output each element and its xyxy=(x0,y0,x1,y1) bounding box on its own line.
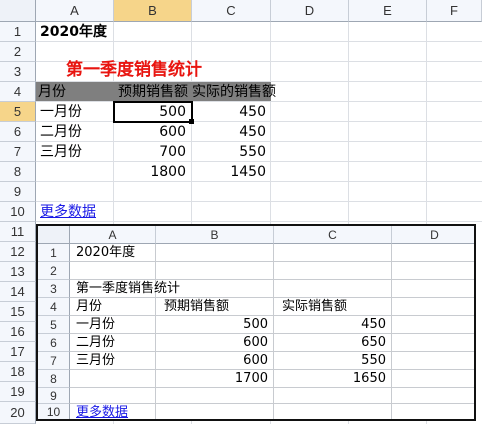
pic-gridline xyxy=(70,279,474,280)
row-header-13[interactable]: 13 xyxy=(0,262,36,282)
row-header-1[interactable]: 1 xyxy=(0,22,36,42)
cell-a7[interactable]: 三月份 xyxy=(40,143,82,161)
cell-c5[interactable]: 450 xyxy=(192,103,266,121)
pic-row-header-5: 5 xyxy=(38,316,70,334)
pic-row-header-2: 2 xyxy=(38,262,70,280)
cell-a10-link[interactable]: 更多数据 xyxy=(40,203,96,221)
pic-gridline xyxy=(70,297,474,298)
pic-gridline xyxy=(70,315,474,316)
gridline xyxy=(36,101,482,102)
pic-cell-c8: 1650 xyxy=(352,371,386,386)
row-header-6[interactable]: 6 xyxy=(0,122,36,142)
pic-gridline xyxy=(70,369,474,370)
cell-c4[interactable]: 实际的销售额 xyxy=(192,83,276,101)
pic-row-header-9: 9 xyxy=(38,388,70,404)
cell-b8[interactable]: 1800 xyxy=(114,163,186,181)
cell-b7[interactable]: 700 xyxy=(114,143,186,161)
row-header-15[interactable]: 15 xyxy=(0,302,36,322)
pic-cell-b8: 1700 xyxy=(234,371,268,386)
col-header-e[interactable]: E xyxy=(349,0,427,22)
col-header-c[interactable]: C xyxy=(192,0,271,22)
pic-gridline xyxy=(70,261,474,262)
pic-row-header-7: 7 xyxy=(38,352,70,370)
cell-c6[interactable]: 450 xyxy=(192,123,266,141)
pic-row-header-1: 1 xyxy=(38,244,70,262)
pic-col-header-b: B xyxy=(156,226,274,244)
cell-a1[interactable]: 2020年度 xyxy=(40,23,107,41)
col-header-b[interactable]: B xyxy=(114,0,192,22)
cell-c8[interactable]: 1450 xyxy=(192,163,266,181)
pic-col-header-c: C xyxy=(274,226,392,244)
row-header-2[interactable]: 2 xyxy=(0,42,36,62)
gridline xyxy=(36,221,482,222)
pic-gridline xyxy=(70,351,474,352)
pic-col-header-a: A xyxy=(70,226,156,244)
linked-picture[interactable]: A B C D 1 2 3 4 5 6 7 8 9 10 2020年度 第一季度… xyxy=(36,224,476,421)
row-header-9[interactable]: 9 xyxy=(0,182,36,202)
gridline xyxy=(36,181,482,182)
row-header-19[interactable]: 19 xyxy=(0,382,36,402)
row-header-16[interactable]: 16 xyxy=(0,322,36,342)
col-header-a[interactable]: A xyxy=(36,0,114,22)
pic-cell-c6: 650 xyxy=(361,335,386,350)
pic-cell-a5: 一月份 xyxy=(76,317,116,332)
pic-gridline xyxy=(70,387,474,388)
row-header-11[interactable]: 11 xyxy=(0,222,36,242)
row-header-5[interactable]: 5 xyxy=(0,102,36,122)
row-header-10[interactable]: 10 xyxy=(0,202,36,222)
pic-cell-c4: 实际销售额 xyxy=(282,299,348,314)
col-header-d[interactable]: D xyxy=(271,0,349,22)
pic-cell-a6: 二月份 xyxy=(76,335,116,350)
pic-gridline xyxy=(70,333,474,334)
cell-a6[interactable]: 二月份 xyxy=(40,123,82,141)
pic-cell-b5: 500 xyxy=(243,317,268,332)
pic-cell-a1: 2020年度 xyxy=(76,245,136,260)
gridline xyxy=(36,41,482,42)
pic-row-header-4: 4 xyxy=(38,298,70,316)
row-header-17[interactable]: 17 xyxy=(0,342,36,362)
fill-handle[interactable] xyxy=(189,119,194,124)
row-header-14[interactable]: 14 xyxy=(0,282,36,302)
row-header-12[interactable]: 12 xyxy=(0,242,36,262)
cell-a4[interactable]: 月份 xyxy=(38,83,66,101)
pic-cell-a4: 月份 xyxy=(76,299,103,314)
row-header-4[interactable]: 4 xyxy=(0,82,36,102)
row-header-7[interactable]: 7 xyxy=(0,142,36,162)
gridline xyxy=(36,141,482,142)
gridline xyxy=(36,161,482,162)
pic-cell-b6: 600 xyxy=(243,335,268,350)
pic-corner xyxy=(38,226,70,244)
pic-col-header-d: D xyxy=(392,226,474,244)
pic-cell-b4: 预期销售额 xyxy=(164,299,230,314)
cell-b4[interactable]: 预期销售额 xyxy=(118,83,196,101)
gridline xyxy=(36,201,482,202)
pic-row-header-10: 10 xyxy=(38,404,70,419)
pic-cell-b7: 600 xyxy=(243,353,268,368)
row-header-18[interactable]: 18 xyxy=(0,362,36,382)
row-header-3[interactable]: 3 xyxy=(0,62,36,82)
cell-b6[interactable]: 600 xyxy=(114,123,186,141)
pic-gridline xyxy=(70,403,474,404)
cell-c7[interactable]: 550 xyxy=(192,143,266,161)
pic-cell-c7: 550 xyxy=(361,353,386,368)
pic-row-header-3: 3 xyxy=(38,280,70,298)
col-header-f[interactable]: F xyxy=(427,0,482,22)
gridline xyxy=(36,121,482,122)
pic-cell-a3: 第一季度销售统计 xyxy=(76,281,181,296)
pic-row-header-6: 6 xyxy=(38,334,70,352)
active-cell-outline xyxy=(113,101,193,123)
row-header-20[interactable]: 20 xyxy=(0,402,36,424)
cell-a5[interactable]: 一月份 xyxy=(40,103,82,121)
pic-row-header-8: 8 xyxy=(38,370,70,388)
pic-cell-a10-link: 更多数据 xyxy=(76,405,129,420)
pic-cell-c5: 450 xyxy=(361,317,386,332)
row-header-8[interactable]: 8 xyxy=(0,162,36,182)
cell-a3-title[interactable]: 第一季度销售统计 xyxy=(66,61,202,79)
spreadsheet-grid[interactable]: A B C D E F 1 2 3 4 5 6 7 8 9 10 11 12 1… xyxy=(0,0,482,424)
pic-cell-a7: 三月份 xyxy=(76,353,116,368)
select-all-corner[interactable] xyxy=(0,0,36,22)
